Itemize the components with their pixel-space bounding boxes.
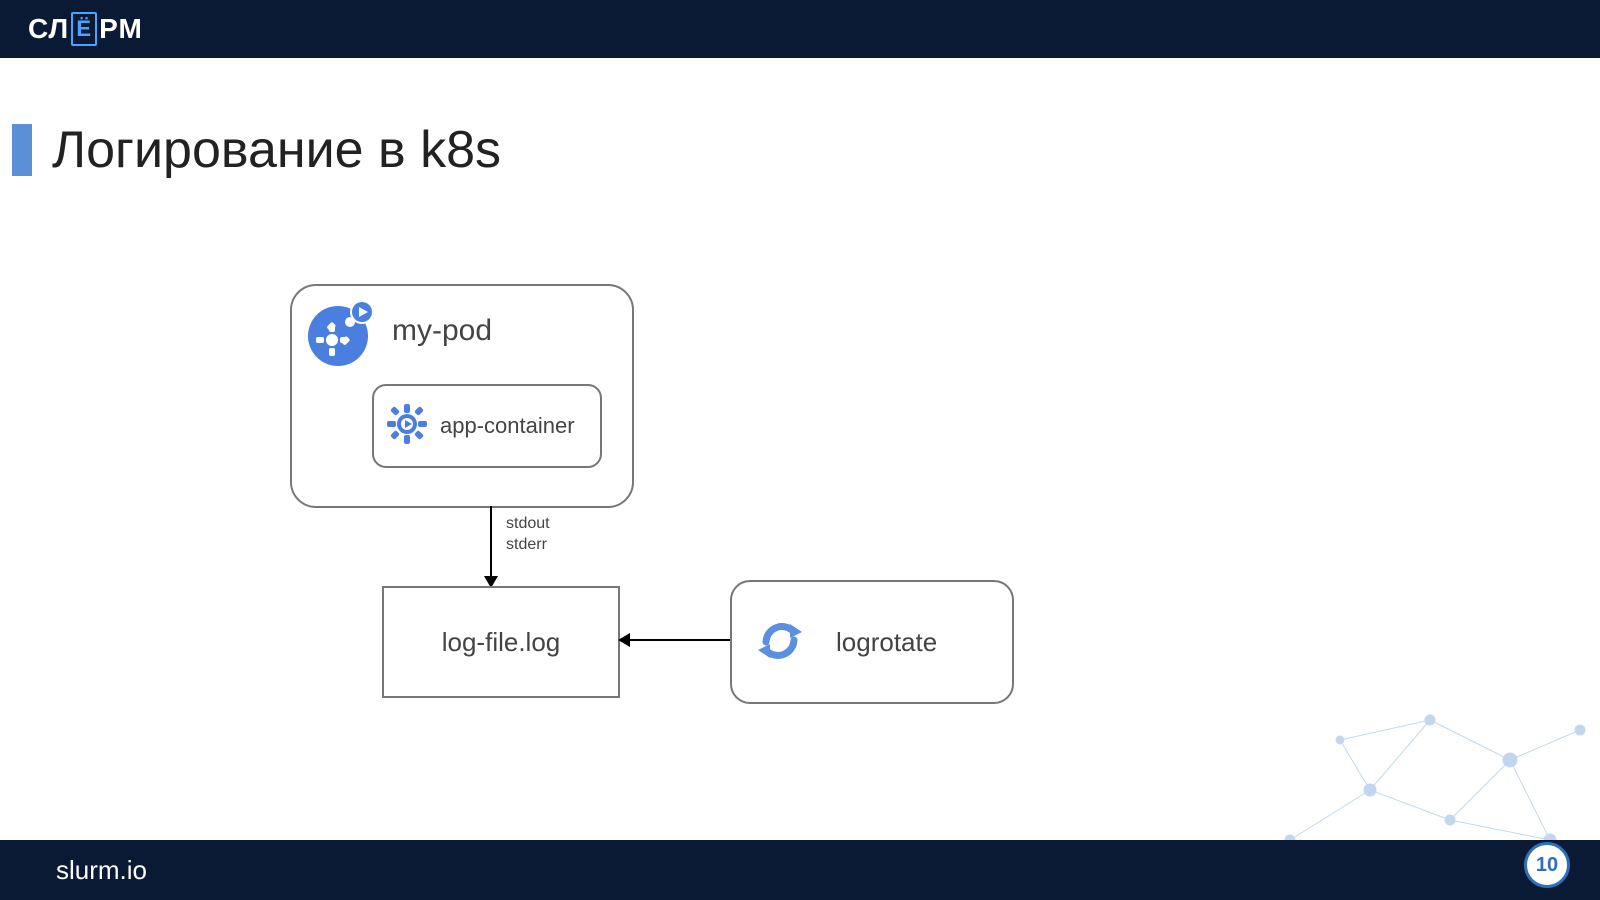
- container-gear-icon: [386, 403, 428, 450]
- pod-box: my-pod: [290, 284, 634, 508]
- decorative-network-graphic: [1250, 680, 1600, 860]
- container-label: app-container: [440, 413, 575, 439]
- logrotate-label: logrotate: [836, 627, 937, 658]
- pod-label: my-pod: [392, 314, 492, 348]
- edge-label-stdout: stdout: [506, 514, 550, 535]
- k8s-logging-diagram: my-pod: [290, 260, 1050, 710]
- footer-bar: slurm.io: [0, 840, 1600, 900]
- arrow-logrotate-to-logfile: [620, 639, 730, 641]
- pod-gears-icon: [306, 298, 376, 373]
- page-number-badge: 10: [1524, 842, 1570, 888]
- header-bar: СЛ Ё РМ: [0, 0, 1600, 58]
- edge-label-stdout-stderr: stdout stderr: [506, 514, 550, 556]
- slide-title-block: Логирование в k8s: [12, 120, 501, 180]
- title-accent-bar: [12, 124, 32, 176]
- container-box: app-container: [372, 384, 602, 468]
- logo-text-right: РМ: [99, 13, 143, 45]
- brand-logo: СЛ Ё РМ: [28, 12, 143, 46]
- logrotate-box: logrotate: [730, 580, 1014, 704]
- footer-url: slurm.io: [56, 855, 147, 886]
- logfile-box: log-file.log: [382, 586, 620, 698]
- logo-text-left: СЛ: [28, 13, 69, 45]
- arrow-pod-to-logfile: [490, 506, 492, 586]
- slide-title: Логирование в k8s: [52, 120, 501, 180]
- logo-text-yo: Ё: [71, 12, 97, 46]
- edge-label-stderr: stderr: [506, 535, 550, 556]
- logfile-label: log-file.log: [442, 627, 561, 658]
- rotate-arrows-icon: [752, 612, 808, 673]
- page-number: 10: [1536, 854, 1558, 877]
